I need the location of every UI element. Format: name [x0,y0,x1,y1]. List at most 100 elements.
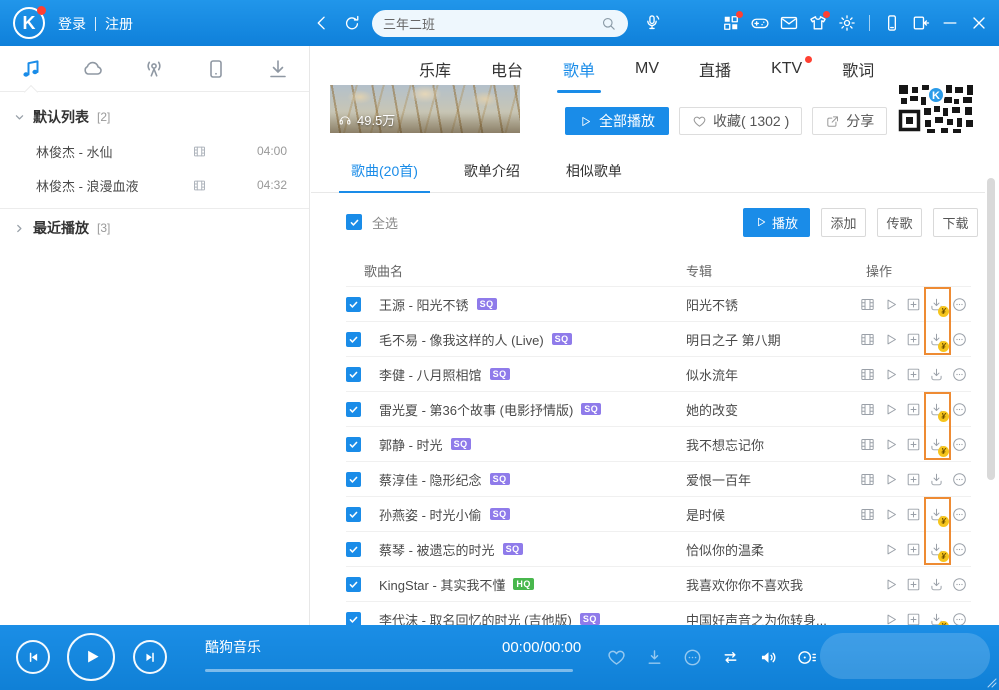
search-input[interactable] [383,16,600,31]
device-icon[interactable] [204,57,228,81]
play-queue-icon[interactable] [796,647,817,668]
more-icon[interactable] [948,398,971,421]
song-title[interactable]: 郭静 - 时光 [379,435,443,454]
next-button[interactable] [133,640,167,674]
more-icon[interactable] [948,538,971,561]
download-icon[interactable] [925,503,948,526]
download-icon[interactable] [925,293,948,316]
song-title[interactable]: 李健 - 八月照相馆 [379,365,482,384]
row-checkbox[interactable] [346,332,361,347]
download-icon[interactable] [925,433,948,456]
more-icon[interactable] [682,647,703,668]
nav-tab-mv[interactable]: MV [635,60,659,78]
sidebar-song-row[interactable]: 林俊杰 - 水仙 04:00 [0,134,309,168]
mv-icon[interactable] [856,293,879,316]
add-to-icon[interactable] [902,503,925,526]
play-icon[interactable] [879,363,902,386]
add-to-icon[interactable] [902,433,925,456]
nav-tab-playlists[interactable]: 歌单 [563,57,595,81]
play-icon[interactable] [879,398,902,421]
tab-similar-playlists[interactable]: 相似歌单 [566,150,622,192]
album-name[interactable]: 阳光不锈 [686,295,738,314]
select-all-checkbox[interactable] [346,214,362,230]
chevron-right-icon[interactable] [14,223,25,234]
album-name[interactable]: 爱恨一百年 [686,470,751,489]
play-icon[interactable] [879,468,902,491]
add-to-icon[interactable] [902,363,925,386]
play-icon[interactable] [879,433,902,456]
nav-tab-live[interactable]: 直播 [699,57,731,81]
play-all-button[interactable]: 全部播放 [565,107,669,135]
nav-tab-lyrics[interactable]: 歌词 [842,57,874,81]
refresh-icon[interactable] [342,13,362,33]
add-to-icon[interactable] [902,468,925,491]
back-icon[interactable] [312,13,332,33]
album-name[interactable]: 我喜欢你你不喜欢我 [686,575,803,594]
register-link[interactable]: 注册 [105,14,133,34]
mv-icon[interactable] [192,178,207,193]
play-icon[interactable] [879,538,902,561]
row-checkbox[interactable] [346,542,361,557]
sidebar-song-row[interactable]: 林俊杰 - 浪漫血液 04:32 [0,168,309,202]
row-checkbox[interactable] [346,437,361,452]
games-icon[interactable] [750,13,770,33]
play-icon[interactable] [879,503,902,526]
table-row[interactable]: 李健 - 八月照相馆 SQ 似水流年 [346,356,971,391]
resize-grip[interactable] [985,676,997,688]
minimize-icon[interactable] [940,13,960,33]
favorite-button[interactable]: 收藏( 1302 ) [679,107,802,135]
add-button[interactable]: 添加 [821,208,866,237]
apps-grid-icon[interactable] [721,13,741,33]
album-name[interactable]: 明日之子 第八期 [686,330,781,349]
song-title[interactable]: 王源 - 阳光不锈 [379,295,469,314]
playlist-group-recent[interactable]: 最近播放 [3] [0,211,309,245]
table-row[interactable]: KingStar - 其实我不懂 HQ 我喜欢你你不喜欢我 [346,566,971,601]
local-music-icon[interactable] [19,57,43,81]
mv-icon[interactable] [192,144,207,159]
song-title[interactable]: 雷光夏 - 第36个故事 (电影抒情版) [379,400,573,419]
table-row[interactable]: 蔡淳佳 - 隐形纪念 SQ 爱恨一百年 [346,461,971,496]
mv-icon[interactable] [856,503,879,526]
play-icon[interactable] [879,293,902,316]
download-icon[interactable] [925,328,948,351]
table-row[interactable]: 蔡琴 - 被遗忘的时光 SQ 恰似你的温柔 [346,531,971,566]
album-name[interactable]: 似水流年 [686,365,738,384]
mini-mode-icon[interactable] [911,13,931,33]
radio-icon[interactable] [142,57,166,81]
row-checkbox[interactable] [346,472,361,487]
progress-bar[interactable] [205,669,573,672]
song-title[interactable]: 蔡淳佳 - 隐形纪念 [379,470,482,489]
mv-icon[interactable] [856,433,879,456]
album-name[interactable]: 恰似你的温柔 [686,540,764,559]
add-to-icon[interactable] [902,328,925,351]
download-manager-icon[interactable] [266,57,290,81]
download-button[interactable]: 下载 [933,208,978,237]
download-icon[interactable] [644,647,665,668]
sidebar-song-title[interactable]: 林俊杰 - 浪漫血液 [36,176,192,195]
row-checkbox[interactable] [346,507,361,522]
repeat-icon[interactable] [720,647,741,668]
table-row[interactable]: 孙燕姿 - 时光小偷 SQ 是时候 [346,496,971,531]
mv-icon[interactable] [856,363,879,386]
more-icon[interactable] [948,468,971,491]
playlist-group-default[interactable]: 默认列表 [2] [0,100,309,134]
music-recognition-icon[interactable] [642,13,662,33]
play-selected-button[interactable]: 播放 [743,208,810,237]
search-icon[interactable] [600,15,617,32]
mv-icon[interactable] [856,398,879,421]
album-name[interactable]: 是时候 [686,505,725,524]
download-icon[interactable] [925,573,948,596]
add-to-icon[interactable] [902,538,925,561]
cloud-icon[interactable] [81,57,105,81]
add-to-icon[interactable] [902,573,925,596]
search-box[interactable] [372,10,628,37]
scrollbar-thumb[interactable] [987,178,995,480]
volume-icon[interactable] [758,647,779,668]
more-icon[interactable] [948,328,971,351]
chevron-down-icon[interactable] [14,112,25,123]
nav-tab-radio[interactable]: 电台 [491,57,523,81]
transfer-button[interactable]: 传歌 [877,208,922,237]
sidebar-song-title[interactable]: 林俊杰 - 水仙 [36,142,192,161]
play-icon[interactable] [879,573,902,596]
more-icon[interactable] [948,363,971,386]
